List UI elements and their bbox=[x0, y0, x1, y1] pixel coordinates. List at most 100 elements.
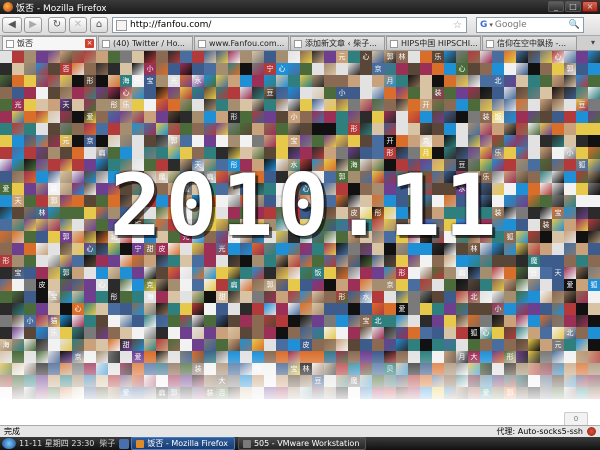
avatar-tile[interactable] bbox=[276, 51, 288, 63]
tab-close-icon[interactable]: × bbox=[85, 39, 94, 48]
avatar-tile[interactable] bbox=[408, 111, 420, 123]
avatar-tile[interactable] bbox=[348, 111, 360, 123]
avatar-tile[interactable] bbox=[348, 279, 360, 291]
avatar-tile[interactable]: 乐 bbox=[48, 327, 60, 339]
avatar-tile[interactable] bbox=[588, 63, 600, 75]
avatar-tile[interactable] bbox=[204, 267, 216, 279]
avatar-tile[interactable] bbox=[576, 327, 588, 339]
tab-new-post[interactable]: 添加新文章 ‹ 柴子... bbox=[290, 36, 385, 50]
avatar-tile[interactable] bbox=[240, 339, 252, 351]
avatar-tile[interactable] bbox=[252, 63, 264, 75]
avatar-tile[interactable] bbox=[396, 111, 408, 123]
avatar-tile[interactable]: 扁 bbox=[456, 267, 468, 279]
avatar-tile[interactable]: 光 bbox=[168, 75, 180, 87]
avatar-tile[interactable] bbox=[444, 111, 456, 123]
avatar-tile[interactable] bbox=[120, 111, 132, 123]
avatar-tile[interactable]: 北 bbox=[492, 75, 504, 87]
avatar-tile[interactable] bbox=[420, 75, 432, 87]
avatar-tile[interactable] bbox=[576, 147, 588, 159]
avatar-tile[interactable] bbox=[228, 315, 240, 327]
avatar-tile[interactable] bbox=[204, 51, 216, 63]
avatar-tile[interactable] bbox=[108, 279, 120, 291]
avatar-tile[interactable]: 装 bbox=[540, 219, 552, 231]
avatar-tile[interactable] bbox=[216, 327, 228, 339]
avatar-tile[interactable] bbox=[396, 87, 408, 99]
avatar-tile[interactable]: 郭 bbox=[564, 63, 576, 75]
avatar-tile[interactable] bbox=[324, 99, 336, 111]
avatar-tile[interactable] bbox=[516, 51, 528, 63]
avatar-tile[interactable]: 彤 bbox=[108, 99, 120, 111]
avatar-tile[interactable] bbox=[132, 279, 144, 291]
avatar-tile[interactable] bbox=[60, 255, 72, 267]
avatar-tile[interactable] bbox=[468, 255, 480, 267]
avatar-tile[interactable]: 天 bbox=[60, 99, 72, 111]
avatar-tile[interactable] bbox=[372, 279, 384, 291]
avatar-tile[interactable]: 宝 bbox=[144, 75, 156, 87]
avatar-tile[interactable] bbox=[240, 291, 252, 303]
avatar-tile[interactable] bbox=[408, 267, 420, 279]
avatar-tile[interactable] bbox=[312, 75, 324, 87]
avatar-tile[interactable] bbox=[156, 327, 168, 339]
avatar-tile[interactable] bbox=[372, 75, 384, 87]
avatar-tile[interactable] bbox=[468, 99, 480, 111]
avatar-tile[interactable] bbox=[300, 63, 312, 75]
avatar-tile[interactable] bbox=[108, 339, 120, 351]
avatar-tile[interactable] bbox=[576, 207, 588, 219]
avatar-tile[interactable] bbox=[216, 279, 228, 291]
avatar-tile[interactable] bbox=[168, 315, 180, 327]
avatar-tile[interactable] bbox=[216, 135, 228, 147]
avatar-tile[interactable] bbox=[528, 147, 540, 159]
avatar-tile[interactable] bbox=[420, 123, 432, 135]
avatar-tile[interactable] bbox=[288, 255, 300, 267]
avatar-tile[interactable] bbox=[240, 63, 252, 75]
avatar-tile[interactable] bbox=[24, 327, 36, 339]
avatar-tile[interactable] bbox=[444, 303, 456, 315]
avatar-tile[interactable]: 心 bbox=[84, 243, 96, 255]
avatar-tile[interactable] bbox=[132, 267, 144, 279]
avatar-tile[interactable] bbox=[156, 99, 168, 111]
avatar-tile[interactable] bbox=[528, 279, 540, 291]
avatar-tile[interactable] bbox=[480, 315, 492, 327]
avatar-tile[interactable] bbox=[216, 63, 228, 75]
avatar-tile[interactable] bbox=[288, 327, 300, 339]
avatar-tile[interactable] bbox=[24, 75, 36, 87]
avatar-tile[interactable] bbox=[300, 291, 312, 303]
avatar-tile[interactable] bbox=[324, 315, 336, 327]
avatar-tile[interactable] bbox=[552, 195, 564, 207]
avatar-tile[interactable] bbox=[444, 87, 456, 99]
avatar-tile[interactable] bbox=[36, 123, 48, 135]
avatar-tile[interactable] bbox=[276, 291, 288, 303]
avatar-tile[interactable] bbox=[60, 339, 72, 351]
avatar-tile[interactable] bbox=[276, 255, 288, 267]
avatar-tile[interactable] bbox=[36, 51, 48, 63]
proxy-icon[interactable] bbox=[587, 427, 596, 436]
avatar-tile[interactable] bbox=[60, 51, 72, 63]
avatar-tile[interactable] bbox=[504, 111, 516, 123]
avatar-tile[interactable] bbox=[0, 219, 12, 231]
avatar-tile[interactable] bbox=[96, 303, 108, 315]
avatar-tile[interactable] bbox=[360, 339, 372, 351]
avatar-tile[interactable] bbox=[264, 339, 276, 351]
avatar-tile[interactable] bbox=[24, 231, 36, 243]
avatar-tile[interactable] bbox=[216, 255, 228, 267]
avatar-tile[interactable]: 天 bbox=[12, 195, 24, 207]
avatar-tile[interactable] bbox=[180, 135, 192, 147]
proxy-status[interactable]: 代理: Auto-socks5-ssh bbox=[497, 426, 584, 437]
avatar-tile[interactable]: 形 bbox=[396, 267, 408, 279]
avatar-tile[interactable] bbox=[12, 123, 24, 135]
avatar-tile[interactable] bbox=[228, 327, 240, 339]
avatar-tile[interactable] bbox=[228, 255, 240, 267]
avatar-tile[interactable] bbox=[192, 315, 204, 327]
avatar-tile[interactable]: 饭 bbox=[312, 267, 324, 279]
avatar-tile[interactable] bbox=[384, 63, 396, 75]
avatar-tile[interactable] bbox=[540, 183, 552, 195]
avatar-tile[interactable] bbox=[36, 255, 48, 267]
avatar-tile[interactable] bbox=[504, 327, 516, 339]
avatar-tile[interactable] bbox=[288, 279, 300, 291]
avatar-tile[interactable] bbox=[504, 123, 516, 135]
avatar-tile[interactable] bbox=[264, 123, 276, 135]
avatar-tile[interactable]: 心 bbox=[120, 87, 132, 99]
avatar-tile[interactable] bbox=[180, 267, 192, 279]
avatar-tile[interactable] bbox=[360, 99, 372, 111]
avatar-tile[interactable] bbox=[48, 207, 60, 219]
